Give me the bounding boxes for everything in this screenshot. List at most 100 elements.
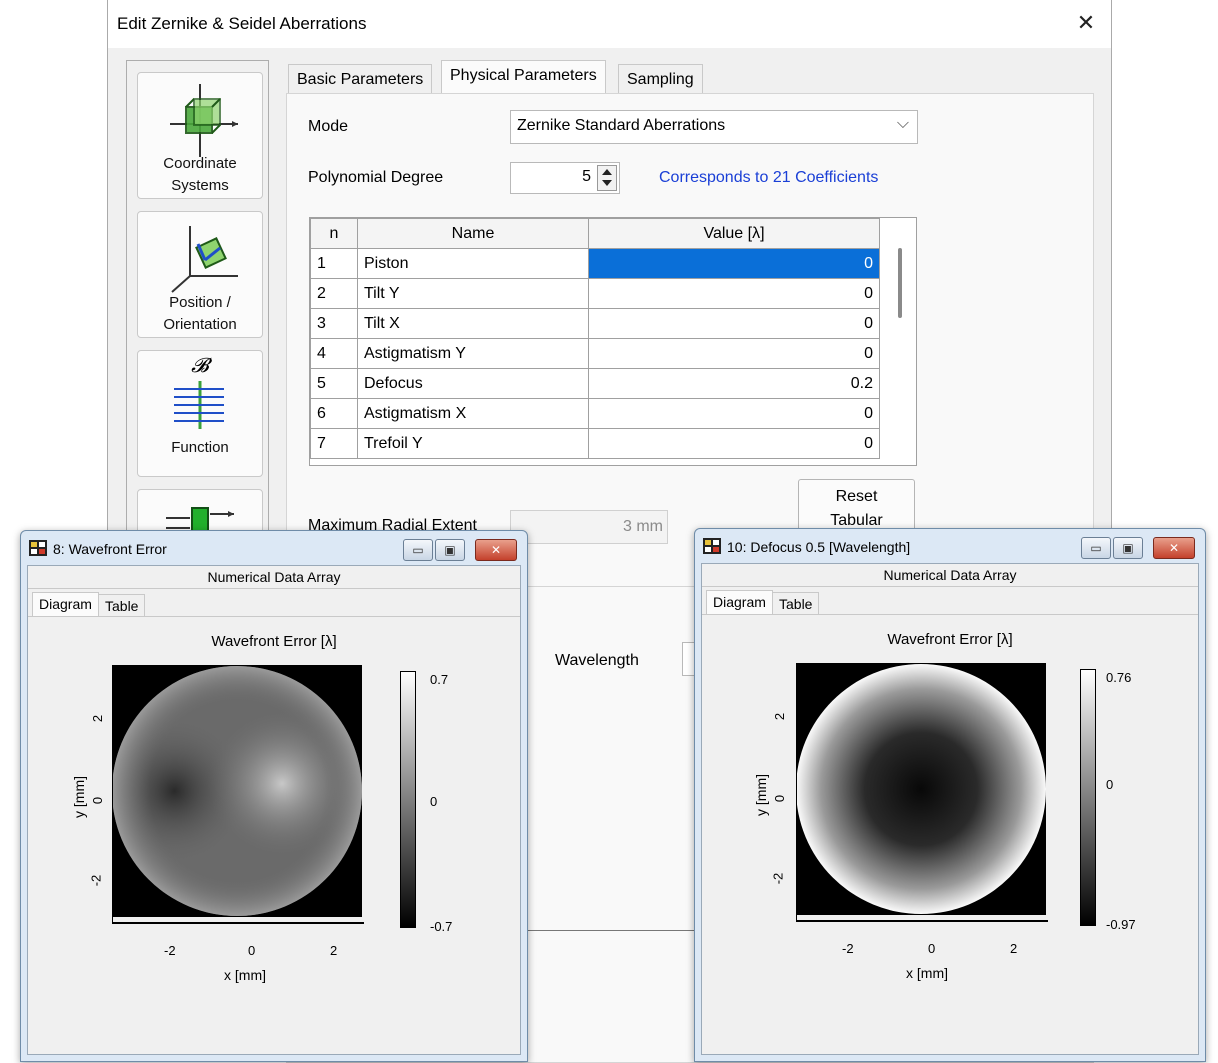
- position-orientation-icon: [171, 226, 238, 293]
- table-row[interactable]: 6 Astigmatism X0: [310, 398, 880, 429]
- coordinate-systems-button[interactable]: Coordinate Systems: [137, 72, 263, 199]
- x-tick: -2: [842, 941, 854, 956]
- x-tick: 2: [330, 943, 338, 958]
- cell-value[interactable]: 0: [588, 398, 880, 429]
- cell-value[interactable]: 0.2: [588, 368, 880, 399]
- function-label: Function: [171, 439, 229, 456]
- cell-value[interactable]: 0: [588, 248, 880, 279]
- diagram-area: Wavefront Error [λ] 0.76 0 -0.97 -2 0 2: [702, 614, 1198, 1054]
- mode-select[interactable]: Zernike Standard Aberrations ⌵: [510, 110, 918, 144]
- x-tick: -2: [164, 943, 176, 958]
- chart-title: Wavefront Error [λ]: [211, 633, 337, 650]
- polynomial-degree-value: 5: [582, 168, 591, 185]
- cell-value[interactable]: 0: [588, 338, 880, 369]
- position-orientation-label: Position / Orientation: [138, 292, 262, 336]
- cell-n: 5: [310, 368, 358, 399]
- cell-name: Tilt Y: [357, 278, 589, 309]
- tab-diagram[interactable]: Diagram: [32, 592, 99, 617]
- aperture-disk: [796, 664, 1046, 914]
- cell-n: 2: [310, 278, 358, 309]
- cell-name: Astigmatism X: [357, 398, 589, 429]
- dialog-title-bar: Edit Zernike & Seidel Aberrations ✕: [108, 0, 1111, 48]
- table-row[interactable]: 3 Tilt X0: [310, 308, 880, 339]
- position-orientation-label-line1: Position /: [169, 294, 231, 311]
- cell-n: 6: [310, 398, 358, 429]
- maximize-icon[interactable]: ▣: [435, 539, 465, 561]
- column-header-value[interactable]: Value [λ]: [588, 218, 880, 249]
- polynomial-degree-label: Polynomial Degree: [308, 169, 444, 186]
- defocus-window: 10: Defocus 0.5 [Wavelength] ▭ ▣ ✕ Numer…: [694, 528, 1206, 1062]
- colorbar: [1080, 669, 1096, 926]
- spin-arrows-icon[interactable]: [597, 165, 617, 191]
- minimize-icon[interactable]: ▭: [1081, 537, 1111, 559]
- chevron-down-icon: ⌵: [896, 115, 909, 132]
- x-axis-label: x [mm]: [224, 967, 266, 983]
- coefficient-table[interactable]: n Name Value [λ] 1 Piston 0 2 Tilt Y 0 3 Tilt X…: [309, 217, 917, 466]
- maximize-icon[interactable]: ▣: [1113, 537, 1143, 559]
- close-icon[interactable]: ✕: [1073, 10, 1099, 36]
- dialog-title: Edit Zernike & Seidel Aberrations: [117, 14, 367, 33]
- function-icon: [174, 381, 224, 429]
- tab-sampling[interactable]: Sampling: [618, 64, 703, 95]
- y-tick: -2: [770, 872, 786, 885]
- tab-table[interactable]: Table: [98, 594, 146, 617]
- minimize-icon[interactable]: ▭: [403, 539, 433, 561]
- colorbar-tick: 0: [1106, 777, 1114, 792]
- axes: [112, 669, 364, 924]
- y-tick: 0: [772, 794, 788, 803]
- chart-title: Wavefront Error [λ]: [887, 631, 1013, 648]
- x-tick: 0: [248, 943, 256, 958]
- coordinate-systems-icon: [170, 84, 238, 157]
- y-axis-label: y [mm]: [753, 774, 769, 816]
- colorbar-tick: 0: [430, 794, 438, 809]
- colorbar-tick: -0.7: [430, 919, 453, 934]
- colorbar: [400, 671, 416, 928]
- close-icon[interactable]: ✕: [475, 539, 517, 561]
- colorbar-tick: -0.97: [1106, 917, 1136, 932]
- cell-value[interactable]: 0: [588, 308, 880, 339]
- coordinate-systems-label-line2: Systems: [171, 177, 229, 194]
- tab-physical-parameters[interactable]: Physical Parameters: [441, 60, 606, 95]
- tab-diagram[interactable]: Diagram: [706, 590, 773, 615]
- data-header: Numerical Data Array: [702, 564, 1198, 587]
- y-tick: 2: [772, 712, 788, 721]
- max-radial-extent-value: 3 mm: [623, 518, 663, 535]
- column-header-name[interactable]: Name: [357, 218, 589, 249]
- x-tick: 2: [1010, 941, 1018, 956]
- x-tick: 0: [928, 941, 936, 956]
- cell-value[interactable]: 0: [588, 428, 880, 459]
- diagram-area: Wavefront Error [λ] 0.7 0 -0.7 -2 0 2 2 …: [28, 616, 520, 1054]
- cell-name: Tilt X: [357, 308, 589, 339]
- polynomial-degree-stepper[interactable]: 5: [510, 162, 620, 194]
- tab-table[interactable]: Table: [772, 592, 820, 615]
- coordinate-systems-label: Coordinate Systems: [138, 153, 262, 197]
- table-row[interactable]: 7 Trefoil Y0: [310, 428, 880, 459]
- table-scrollbar[interactable]: [898, 248, 902, 318]
- window-title: 8: Wavefront Error: [53, 541, 167, 557]
- table-row[interactable]: 4 Astigmatism Y0: [310, 338, 880, 369]
- close-icon[interactable]: ✕: [1153, 537, 1195, 559]
- coordinate-systems-label-line1: Coordinate: [163, 155, 237, 172]
- y-tick: 0: [90, 796, 106, 805]
- position-orientation-button[interactable]: Position / Orientation: [137, 211, 263, 338]
- colorbar-tick: 0.76: [1106, 670, 1132, 685]
- function-glyph: 𝓑: [191, 355, 209, 377]
- window-title: 10: Defocus 0.5 [Wavelength]: [727, 539, 911, 555]
- table-row[interactable]: 2 Tilt Y0: [310, 278, 880, 309]
- cell-value[interactable]: 0: [588, 278, 880, 309]
- cell-n: 7: [310, 428, 358, 459]
- cell-n: 1: [310, 248, 358, 279]
- table-row[interactable]: 1 Piston 0: [310, 248, 880, 279]
- mode-select-value: Zernike Standard Aberrations: [517, 117, 726, 134]
- coefficient-count-note: Corresponds to 21 Coefficients: [659, 169, 879, 186]
- data-array-icon: [703, 538, 721, 554]
- table-row[interactable]: 5 Defocus 0.2: [310, 368, 880, 399]
- function-button[interactable]: 𝓑 Function: [137, 350, 263, 477]
- tab-basic-parameters[interactable]: Basic Parameters: [288, 64, 433, 95]
- cell-name: Trefoil Y: [357, 428, 589, 459]
- column-header-n[interactable]: n: [310, 218, 358, 249]
- cell-n: 4: [310, 338, 358, 369]
- y-tick: -2: [88, 874, 104, 887]
- wavefront-error-window: 8: Wavefront Error ▭ ▣ ✕ Numerical Data …: [20, 530, 528, 1062]
- cell-name: Defocus: [357, 368, 589, 399]
